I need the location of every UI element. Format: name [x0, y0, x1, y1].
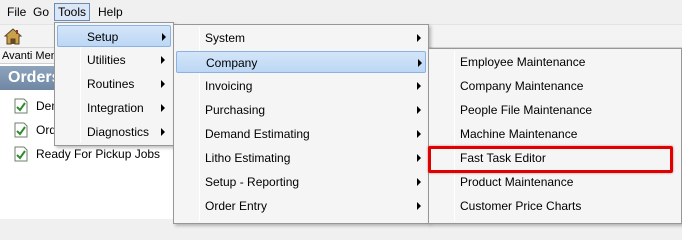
menu-item-label: Utilities	[87, 53, 126, 67]
company-menu-item-people-file-maintenance[interactable]: People File Maintenance	[431, 99, 679, 121]
menu-item-label: People File Maintenance	[460, 103, 593, 117]
menu-item-label: Machine Maintenance	[460, 127, 578, 141]
tools-menu-item-utilities[interactable]: Utilities	[57, 49, 171, 71]
menu-item-label: Routines	[87, 77, 135, 91]
menu-item-label: Demand Estimating	[205, 127, 310, 141]
menu-item-label: Product Maintenance	[460, 175, 574, 189]
submenu-arrow-icon	[417, 154, 421, 162]
menu-item-label: System	[205, 31, 246, 45]
submenu-arrow-icon	[418, 59, 422, 67]
submenu-arrow-icon	[417, 202, 421, 210]
submenu-arrow-icon	[162, 33, 166, 41]
menu-item-label: Customer Price Charts	[460, 199, 582, 213]
menu-item-label: Company Maintenance	[460, 79, 584, 93]
document-icon	[14, 146, 28, 162]
setup-menu-item-purchasing[interactable]: Purchasing	[176, 99, 426, 121]
menu-tools[interactable]: Tools	[54, 3, 91, 21]
submenu-arrow-icon	[161, 80, 165, 88]
menu-go[interactable]: Go	[30, 3, 52, 21]
company-menu-item-product-maintenance[interactable]: Product Maintenance	[431, 171, 679, 193]
setup-menu-item-invoicing[interactable]: Invoicing	[176, 75, 426, 97]
menu-item-label: Order Entry	[205, 199, 268, 213]
submenu-arrow-icon	[417, 34, 421, 42]
setup-menu-item-setup-reporting[interactable]: Setup - Reporting	[176, 171, 426, 193]
left-item-label: Ready For Pickup Jobs	[36, 147, 161, 161]
tools-menu-item-diagnostics[interactable]: Diagnostics	[57, 121, 171, 143]
company-menu: Employee Maintenance Company Maintenance…	[428, 48, 682, 224]
section-title: Orders	[8, 69, 61, 86]
menu-file[interactable]: File	[4, 3, 29, 21]
setup-menu-item-litho-estimating[interactable]: Litho Estimating	[176, 147, 426, 169]
menu-item-label: Employee Maintenance	[460, 55, 586, 69]
submenu-arrow-icon	[417, 106, 421, 114]
setup-menu-item-demand-estimating[interactable]: Demand Estimating	[176, 123, 426, 145]
menu-item-label: Litho Estimating	[205, 151, 291, 165]
submenu-arrow-icon	[417, 178, 421, 186]
tools-menu-item-integration[interactable]: Integration	[57, 97, 171, 119]
menu-item-label: Company	[206, 56, 258, 70]
menu-item-label: Invoicing	[205, 79, 253, 93]
menu-item-label: Setup - Reporting	[205, 175, 300, 189]
submenu-arrow-icon	[417, 82, 421, 90]
tools-menu-item-routines[interactable]: Routines	[57, 73, 171, 95]
setup-menu-item-system[interactable]: System	[176, 27, 426, 49]
menu-item-label: Diagnostics	[87, 125, 150, 139]
company-menu-item-customer-price-charts[interactable]: Customer Price Charts	[431, 195, 679, 217]
tools-menu-item-setup[interactable]: Setup	[57, 25, 171, 47]
company-menu-item-company-maintenance[interactable]: Company Maintenance	[431, 75, 679, 97]
document-icon	[14, 98, 28, 114]
home-icon[interactable]	[4, 28, 22, 45]
tools-menu: Setup Utilities Routines Integration Dia…	[54, 22, 174, 146]
setup-menu-item-company[interactable]: Company	[176, 51, 426, 73]
company-menu-item-employee-maintenance[interactable]: Employee Maintenance	[431, 51, 679, 73]
menu-item-label: Setup	[87, 30, 119, 44]
menu-help[interactable]: Help	[95, 3, 126, 21]
submenu-arrow-icon	[161, 56, 165, 64]
submenu-arrow-icon	[161, 104, 165, 112]
highlight-callout	[428, 146, 673, 173]
submenu-arrow-icon	[417, 130, 421, 138]
company-menu-item-machine-maintenance[interactable]: Machine Maintenance	[431, 123, 679, 145]
setup-menu-item-order-entry[interactable]: Order Entry	[176, 195, 426, 217]
menu-bar: File Go Tools Help	[0, 0, 682, 24]
menu-item-label: Purchasing	[205, 103, 266, 117]
setup-menu: System Company Invoicing Purchasing Dema…	[173, 24, 429, 224]
menu-item-label: Integration	[87, 101, 144, 115]
submenu-arrow-icon	[161, 128, 165, 136]
pane-title: Avanti Menu	[2, 50, 62, 62]
document-icon	[14, 122, 28, 138]
